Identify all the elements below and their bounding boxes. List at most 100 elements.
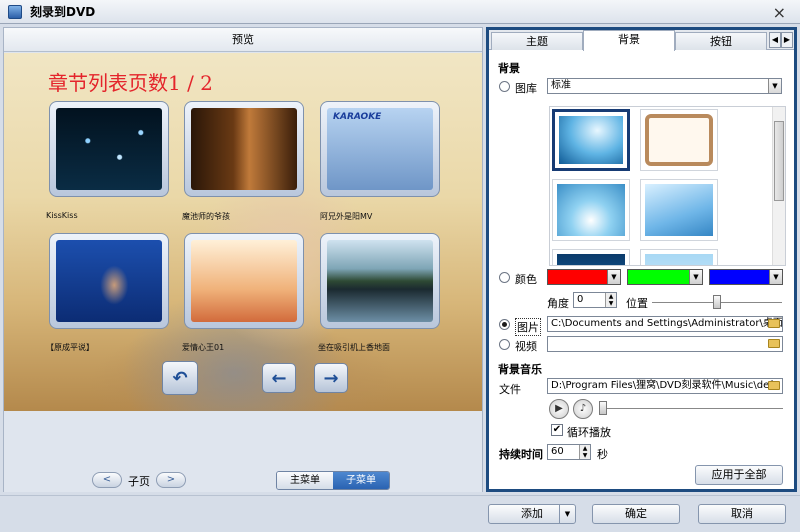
return-icon: ↶ [172, 367, 188, 389]
chapter-thumb-4[interactable] [49, 233, 169, 329]
preview-header: 预览 [4, 28, 482, 52]
chapter-thumb-1[interactable] [49, 101, 169, 197]
chapter-thumb-image [191, 240, 297, 322]
picture-label: 图片 [515, 318, 541, 336]
subpage-next-button[interactable]: > [156, 472, 186, 488]
window-title: 刻录到DVD [30, 5, 96, 19]
chapter-thumb-5[interactable] [184, 233, 304, 329]
cancel-button[interactable]: 取消 [698, 504, 786, 524]
chapter-label-5: 爱情心王01 [182, 343, 225, 352]
loop-checkbox[interactable]: ✔ [551, 424, 563, 436]
sub-menu-button[interactable]: 子菜单 [333, 472, 389, 489]
arrow-left-icon: ← [271, 367, 287, 389]
chevron-down-icon: ▼ [768, 79, 781, 93]
chevron-down-icon: ▼ [689, 270, 702, 284]
music-note-button[interactable]: ♪ [573, 399, 593, 419]
gallery-item[interactable] [552, 179, 630, 241]
chapters-title: 章节列表页数1 / 2 [48, 71, 213, 95]
add-button-label: 添加 [521, 507, 543, 520]
tab-bar: 主题 背景 按钮 ◀ ▶ [489, 30, 794, 51]
play-button[interactable]: ▶ [549, 399, 569, 419]
position-slider-knob[interactable] [713, 295, 721, 309]
app-icon [8, 4, 22, 19]
video-label: 视频 [515, 340, 537, 353]
chapter-thumb-3[interactable]: KARAOKE [320, 101, 440, 197]
position-label: 位置 [626, 297, 648, 310]
settings-inner: 主题 背景 按钮 ◀ ▶ 背景 图库 标准 ▼ 颜色 ▼ ▼ ▼ 角度 0 ▲ … [489, 30, 794, 489]
footer-bar: 添加 ▼ 确定 取消 [0, 495, 800, 532]
gallery-item[interactable] [640, 249, 718, 265]
preview-controls: < 子页 > 主菜单 子菜单 [4, 412, 482, 492]
previous-page-button[interactable]: ← [262, 363, 296, 393]
add-button[interactable]: 添加 ▼ [488, 504, 576, 524]
angle-label: 角度 [547, 297, 569, 310]
picture-path-field[interactable]: C:\Documents and Settings\Administrator\… [547, 316, 783, 332]
ok-button[interactable]: 确定 [592, 504, 680, 524]
tab-scroll-right[interactable]: ▶ [781, 32, 793, 48]
chevron-left-icon: < [102, 474, 112, 485]
gallery-scroll-thumb[interactable] [774, 121, 784, 201]
chapter-label-3: 阿兄外是阳MV [320, 212, 373, 221]
next-page-button[interactable]: → [314, 363, 348, 393]
close-icon[interactable]: × [773, 3, 786, 22]
gallery-item[interactable] [552, 109, 630, 171]
music-file-path: D:\Program Files\狸窝\DVD刻录软件\Music\def [551, 380, 773, 391]
gallery-item[interactable] [552, 249, 630, 265]
chevron-down-icon[interactable]: ▼ [559, 505, 575, 523]
duration-label: 持续时间 [499, 448, 543, 461]
spinner-arrows-icon: ▲ ▼ [605, 293, 616, 307]
angle-value: 0 [577, 294, 584, 305]
background-section-title: 背景 [498, 62, 520, 75]
music-note-icon: ♪ [579, 403, 587, 414]
menu-toggle: 主菜单 子菜单 [276, 471, 390, 490]
color-picker-1[interactable]: ▼ [547, 269, 621, 285]
duration-spinner[interactable]: 60 ▲ ▼ [547, 444, 591, 460]
duration-unit: 秒 [597, 448, 608, 461]
tab-buttons[interactable]: 按钮 [675, 32, 767, 50]
chapter-label-6: 坐在吸引机上香地面 [318, 343, 390, 352]
video-radio[interactable] [499, 339, 510, 350]
tab-theme[interactable]: 主题 [491, 32, 583, 50]
gallery-item[interactable] [640, 109, 718, 171]
library-radio[interactable] [499, 81, 510, 92]
loop-label: 循环播放 [567, 426, 611, 439]
music-section-title: 背景音乐 [498, 363, 542, 376]
music-progress-knob[interactable] [599, 401, 607, 415]
color-label: 颜色 [515, 273, 537, 286]
color-picker-3[interactable]: ▼ [709, 269, 783, 285]
return-button[interactable]: ↶ [162, 361, 198, 395]
chevron-down-icon: ▼ [607, 270, 620, 284]
settings-panel: 主题 背景 按钮 ◀ ▶ 背景 图库 标准 ▼ 颜色 ▼ ▼ ▼ 角度 0 ▲ … [486, 27, 797, 492]
picture-radio[interactable] [499, 319, 510, 330]
angle-spinner[interactable]: 0 ▲ ▼ [573, 292, 617, 308]
chapter-label-4: 【原成平说】 [46, 343, 94, 352]
background-gallery [549, 106, 786, 266]
title-bar: 刻录到DVD × [0, 0, 800, 24]
music-file-field[interactable]: D:\Program Files\狸窝\DVD刻录软件\Music\def [547, 378, 783, 394]
menu-preview: 章节列表页数1 / 2 KissKiss 魔池师的爷孩 KARAOKE 阿兄外是… [4, 53, 482, 411]
library-select-value: 标准 [551, 80, 571, 91]
folder-icon[interactable] [768, 319, 780, 328]
chapter-thumb-image [56, 108, 162, 190]
folder-icon[interactable] [768, 381, 780, 390]
chapter-label-1: KissKiss [46, 211, 78, 220]
chapter-thumb-image: KARAOKE [327, 108, 433, 190]
music-progress-slider[interactable] [599, 408, 783, 410]
checkmark-icon: ✔ [552, 424, 562, 435]
video-path-field[interactable] [547, 336, 783, 352]
chapter-thumb-2[interactable] [184, 101, 304, 197]
gallery-item[interactable] [640, 179, 718, 241]
color-picker-2[interactable]: ▼ [627, 269, 703, 285]
chapter-thumb-6[interactable] [320, 233, 440, 329]
subpage-prev-button[interactable]: < [92, 472, 122, 488]
karaoke-overlay: KARAOKE [333, 112, 382, 122]
main-menu-button[interactable]: 主菜单 [277, 472, 333, 489]
tab-background[interactable]: 背景 [583, 30, 675, 51]
folder-icon[interactable] [768, 339, 780, 348]
apply-all-button[interactable]: 应用于全部 [695, 465, 783, 485]
tab-scroll-left[interactable]: ◀ [769, 32, 781, 48]
library-select[interactable]: 标准 ▼ [547, 78, 782, 94]
chapter-thumb-image [327, 240, 433, 322]
gallery-scrollbar[interactable] [772, 107, 785, 265]
color-radio[interactable] [499, 272, 510, 283]
